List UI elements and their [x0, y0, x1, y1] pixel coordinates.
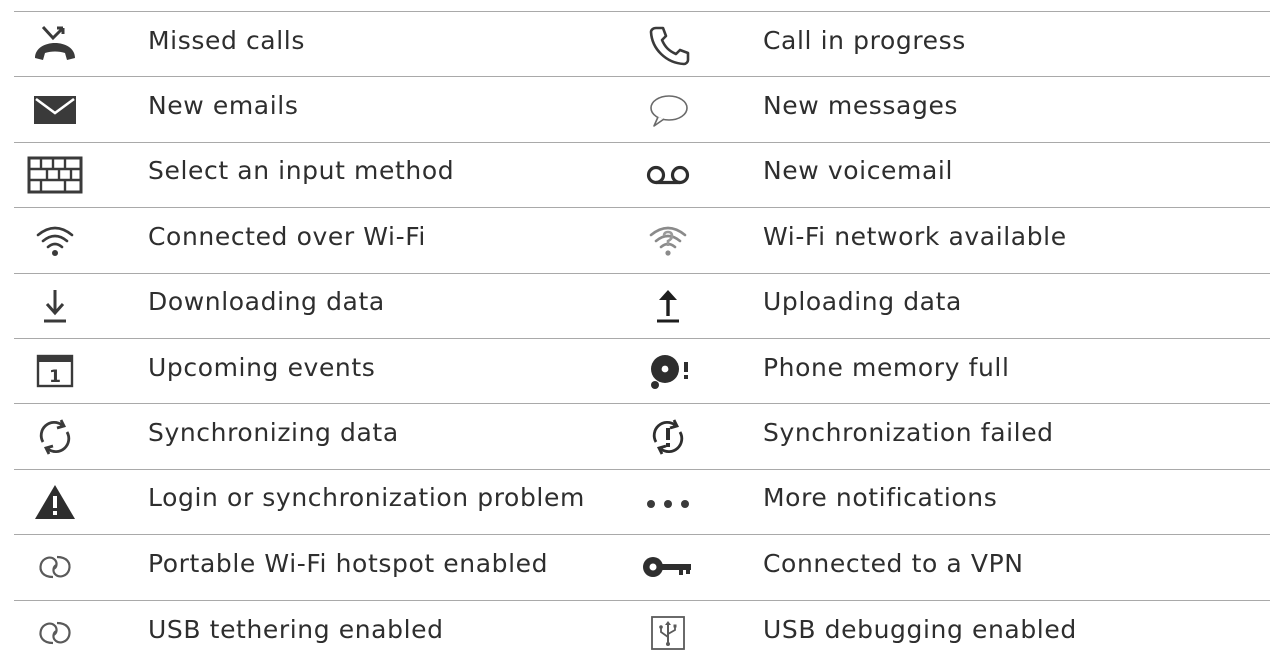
- keyboard-icon: [22, 143, 88, 207]
- row-label: USB tethering enabled: [148, 614, 444, 644]
- row-label: Connected over Wi-Fi: [148, 221, 426, 251]
- row-label: Phone memory full: [763, 352, 1010, 382]
- row-label: USB debugging enabled: [763, 614, 1077, 644]
- sync-icon: [22, 404, 88, 468]
- row-label: Wi-Fi network available: [763, 221, 1067, 251]
- email-icon: [22, 77, 88, 141]
- row-label: Missed calls: [148, 25, 305, 55]
- calendar-icon: 1: [22, 339, 88, 403]
- call-in-progress-icon: [635, 12, 701, 76]
- missed-call-icon: [22, 12, 88, 76]
- table-row: Login or synchronization problem More no…: [14, 470, 1270, 536]
- more-dots-icon: [635, 470, 701, 534]
- table-row: Portable Wi-Fi hotspot enabled Connected…: [14, 535, 1270, 601]
- download-icon: [22, 274, 88, 338]
- table-row: New emails New messages: [14, 77, 1270, 143]
- table-row: Connected over Wi-Fi Wi-Fi network avail…: [14, 208, 1270, 274]
- table-row: Downloading data Uploading data: [14, 274, 1270, 339]
- table-row: USB tethering enabled USB debugging enab…: [14, 601, 1270, 666]
- memory-full-icon: [635, 339, 701, 403]
- sync-failed-icon: [635, 404, 701, 468]
- row-label: Connected to a VPN: [763, 548, 1024, 578]
- row-label: Synchronization failed: [763, 418, 1054, 448]
- svg-text:1: 1: [49, 367, 61, 387]
- hotspot-icon: [22, 535, 88, 599]
- warning-icon: [22, 470, 88, 534]
- usb-debugging-icon: [635, 601, 701, 666]
- voicemail-icon: [635, 143, 701, 207]
- row-label: New messages: [763, 91, 959, 121]
- vpn-key-icon: [635, 535, 701, 599]
- row-label: Select an input method: [148, 156, 455, 186]
- table-row: Synchronizing data Synchronization faile…: [14, 404, 1270, 470]
- message-bubble-icon: [635, 77, 701, 141]
- row-label: New voicemail: [763, 156, 954, 186]
- table-row: Missed calls Call in progress: [14, 12, 1270, 78]
- row-label: Call in progress: [763, 25, 966, 55]
- row-label: Portable Wi-Fi hotspot enabled: [148, 548, 549, 578]
- row-label: New emails: [148, 91, 299, 121]
- row-label: Upcoming events: [148, 352, 376, 382]
- row-label: Downloading data: [148, 287, 385, 317]
- wifi-available-icon: [635, 208, 701, 272]
- table-row: Select an input method New voicemail: [14, 143, 1270, 209]
- table-row: 1 Upcoming events Phone memory full: [14, 339, 1270, 405]
- status-icon-table: Missed calls Call in progress New emails…: [14, 11, 1270, 666]
- row-label: More notifications: [763, 483, 998, 513]
- row-label: Login or synchronization problem: [148, 483, 585, 513]
- row-label: Uploading data: [763, 287, 962, 317]
- wifi-connected-icon: [22, 208, 88, 272]
- row-label: Synchronizing data: [148, 418, 399, 448]
- upload-icon: [635, 274, 701, 338]
- usb-tethering-icon: [22, 601, 88, 666]
